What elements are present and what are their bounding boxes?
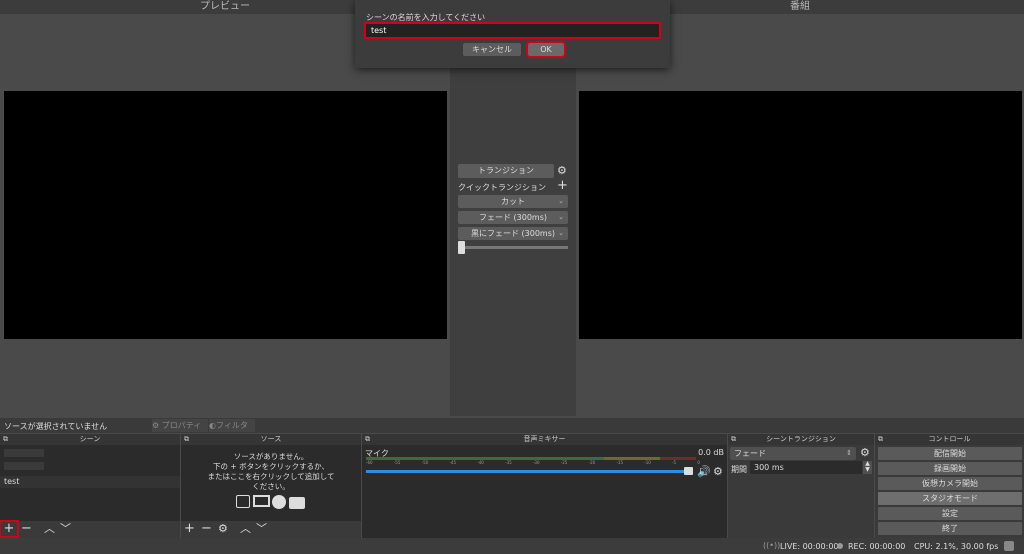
scene-name-input[interactable]: test: [364, 22, 661, 39]
duration-stepper[interactable]: ▲ ▼: [863, 461, 872, 474]
tick-label: -10: [644, 460, 651, 465]
cpu-fps: CPU: 2.1%, 30.00 fps: [914, 542, 999, 551]
filters-button[interactable]: ◐フィルタ: [209, 419, 255, 432]
status-indicator: [1004, 541, 1014, 551]
live-icon: ((•)): [763, 541, 781, 550]
tick-label: -25: [560, 460, 568, 465]
start-recording-button[interactable]: 録画開始: [878, 462, 1022, 475]
chevron-down-icon: ⌄: [558, 229, 564, 237]
move-up-icon[interactable]: ︿: [44, 522, 55, 536]
no-source-selected-label: ソースが選択されていません: [4, 422, 108, 431]
dialog-prompt: シーンの名前を入力してください: [366, 13, 486, 22]
scene-transitions-dock-header: ⧉ シーントランジション: [728, 434, 874, 445]
tick-label: -50: [421, 460, 429, 465]
live-time: LIVE: 00:00:00: [780, 542, 839, 551]
image-source-icon: [236, 495, 250, 508]
program-canvas: [579, 91, 1022, 339]
scene-item[interactable]: test: [0, 476, 180, 488]
start-virtual-camera-button[interactable]: 仮想カメラ開始: [878, 477, 1022, 490]
tick-label: -55: [393, 460, 401, 465]
meter-ticks: -60 -55 -50 -45 -40 -35 -30 -25 -20 -15 -10 -5 0: [366, 460, 700, 466]
remove-source-icon[interactable]: −: [201, 522, 212, 536]
tick-label: -20: [588, 460, 596, 465]
rec-time: REC: 00:00:00: [848, 542, 906, 551]
display-source-icon: [253, 495, 270, 507]
no-sources-message: ソースがありません。 下の + ボタンをクリックするか、 またはここを右クリック…: [207, 452, 335, 491]
speaker-icon[interactable]: 🔊: [697, 465, 711, 479]
chevron-down-icon: ⌄: [558, 213, 564, 221]
chevron-down-icon: ⌄: [558, 197, 564, 205]
browser-source-icon: [272, 495, 286, 509]
quick-transition-fade[interactable]: フェード (300ms) ⌄: [458, 211, 568, 224]
gear-icon[interactable]: ⚙: [860, 446, 870, 460]
blurred-scene-item[interactable]: [4, 462, 44, 470]
move-down-icon[interactable]: ﹀: [256, 522, 267, 536]
tick-label: -40: [477, 460, 484, 465]
filter-icon: ◐: [209, 421, 216, 430]
quick-transition-fade-black[interactable]: 黒にフェード (300ms) ⌄: [458, 227, 568, 240]
move-up-icon[interactable]: ︿: [240, 522, 251, 536]
settings-button[interactable]: 設定: [878, 507, 1022, 520]
quick-transition-cut[interactable]: カット ⌄: [458, 195, 568, 208]
start-streaming-button[interactable]: 配信開始: [878, 447, 1022, 460]
duration-input[interactable]: 300 ms: [750, 461, 862, 474]
ok-button[interactable]: OK: [526, 41, 566, 58]
dock-float-icon[interactable]: ⧉: [731, 434, 736, 445]
dock-float-icon[interactable]: ⧉: [878, 434, 883, 445]
tick-label: -35: [505, 460, 512, 465]
exit-button[interactable]: 終了: [878, 522, 1022, 535]
transition-select[interactable]: フェード ⇕: [730, 447, 856, 460]
add-scene-icon[interactable]: +: [0, 520, 19, 538]
mixer-level-readout: 0.0 dB: [698, 448, 724, 457]
properties-button[interactable]: ⚙ プロパティ: [152, 419, 208, 432]
tick-label: -60: [366, 460, 373, 465]
preview-canvas[interactable]: [4, 91, 447, 339]
tick-label: -15: [616, 460, 623, 465]
gear-icon: ⚙: [152, 421, 160, 430]
remove-scene-icon[interactable]: −: [21, 522, 32, 536]
quick-transition-label: クイックトランジション: [458, 183, 546, 192]
sources-dock-header: ⧉ ソース: [181, 434, 361, 445]
add-quick-transition-icon[interactable]: +: [557, 179, 568, 193]
camera-source-icon: [289, 497, 305, 509]
dock-float-icon[interactable]: ⧉: [3, 434, 8, 445]
tick-label: -45: [449, 460, 457, 465]
gear-icon[interactable]: ⚙: [713, 465, 723, 479]
tick-label: -30: [532, 460, 540, 465]
cancel-button[interactable]: キャンセル: [463, 43, 521, 56]
transition-button[interactable]: トランジション: [458, 164, 554, 178]
tick-label: -5: [672, 460, 677, 465]
move-down-icon[interactable]: ﹀: [60, 522, 71, 536]
gear-icon[interactable]: ⚙: [557, 164, 567, 178]
source-properties-icon[interactable]: ⚙: [218, 522, 228, 536]
volume-slider-handle[interactable]: [684, 467, 693, 475]
t-bar-handle[interactable]: [458, 241, 465, 254]
volume-slider-track[interactable]: [366, 470, 686, 473]
t-bar-track[interactable]: [458, 246, 568, 249]
dock-float-icon[interactable]: ⧉: [365, 434, 370, 445]
blurred-scene-item[interactable]: [4, 449, 44, 457]
chevron-updown-icon: ⇕: [846, 449, 852, 457]
scenes-dock-header: ⧉ シーン: [0, 434, 180, 445]
mixer-dock-header: ⧉ 音声ミキサー: [362, 434, 727, 445]
duration-label: 期間: [731, 465, 747, 474]
controls-dock-header: ⧉ コントロール: [875, 434, 1024, 445]
add-source-icon[interactable]: +: [184, 522, 195, 536]
transition-column: [450, 66, 576, 416]
studio-mode-button[interactable]: スタジオモード: [878, 492, 1022, 505]
rec-icon: [837, 543, 843, 549]
dock-float-icon[interactable]: ⧉: [184, 434, 189, 445]
